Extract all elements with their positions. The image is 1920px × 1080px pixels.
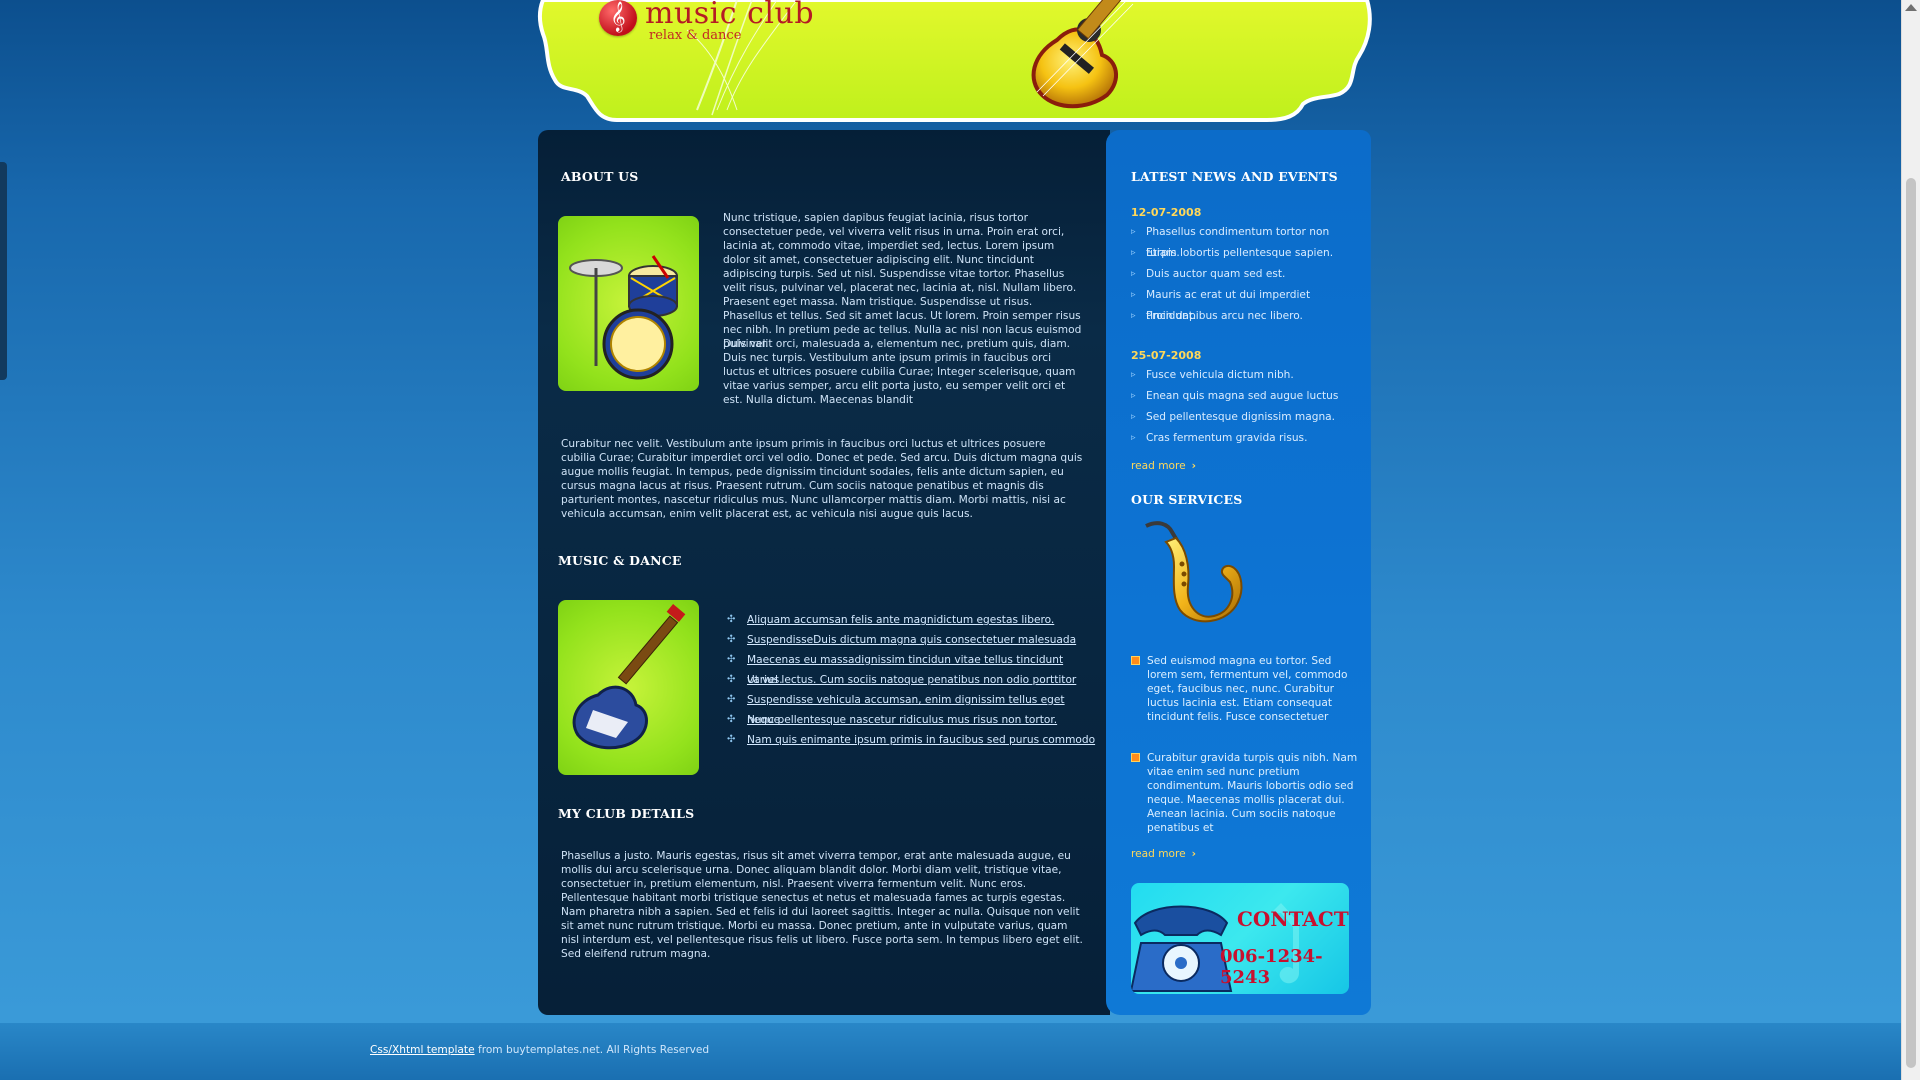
saxophone-icon bbox=[1145, 521, 1243, 623]
news-date-1: 12-07-2008 bbox=[1131, 206, 1202, 219]
about-heading: ABOUT US bbox=[561, 169, 639, 184]
news-item[interactable]: ▹ Phasellus condimentum tortor non turpis… bbox=[1131, 222, 1361, 259]
side-panel-tab[interactable] bbox=[0, 162, 7, 380]
news-item[interactable]: ▹ Proin dapibus arcu nec libero. bbox=[1131, 306, 1361, 327]
list-item: ✣ Nam quis enimante ipsum primis in fauci… bbox=[727, 730, 1097, 750]
about-paragraph-3: Curabitur nec velit. Vestibulum ante ips… bbox=[561, 438, 1083, 520]
cross-bullet-icon: ✣ bbox=[727, 714, 736, 725]
site-title[interactable]: music club bbox=[645, 0, 814, 31]
arrow-bullet-icon: ▹ bbox=[1131, 433, 1136, 443]
cross-bullet-icon: ✣ bbox=[727, 654, 736, 665]
arrow-bullet-icon: ▹ bbox=[1131, 370, 1136, 380]
list-item: ✣ Nunc pellentesque nascetur ridiculus mu… bbox=[727, 710, 1097, 730]
list-item: ✣ Maecenas eu massadignissim tincidun vit… bbox=[727, 650, 1097, 686]
service-item-2: Curabitur gravida turpis quis nibh. Nam … bbox=[1131, 751, 1363, 835]
cross-bullet-icon: ✣ bbox=[727, 634, 736, 645]
service-text-2: Curabitur gravida turpis quis nibh. Nam … bbox=[1147, 752, 1358, 834]
page-scrollbar[interactable] bbox=[1901, 0, 1920, 1080]
footer-copyright: from buytemplates.net. All Rights Reserv… bbox=[474, 1044, 710, 1056]
arrow-bullet-icon: ▹ bbox=[1131, 227, 1136, 237]
chevron-right-icon: › bbox=[1191, 848, 1197, 860]
music-dance-heading: MUSIC & DANCE bbox=[558, 553, 682, 568]
music-dance-link-list: ✣ Aliquam accumsan felis ante magnidictum… bbox=[727, 610, 1097, 750]
chevron-right-icon: › bbox=[1191, 460, 1197, 472]
site-header: 𝄞 music club relax & dance bbox=[537, 0, 1373, 122]
footer-text: Css/Xhtml template from buytemplates.net… bbox=[370, 1044, 709, 1056]
read-more-label: read more bbox=[1131, 848, 1186, 860]
site-footer: Css/Xhtml template from buytemplates.net… bbox=[0, 1023, 1902, 1080]
news-item[interactable]: ▹ Sed pellentesque dignissim magna. bbox=[1131, 407, 1361, 428]
site-tagline: relax & dance bbox=[649, 28, 742, 43]
read-more-label: read more bbox=[1131, 460, 1186, 472]
service-text-1: Sed euismod magna eu tortor. Sed lorem s… bbox=[1147, 655, 1348, 723]
news-item[interactable]: ▹ Enean quis magna sed augue luctus bbox=[1131, 386, 1361, 407]
club-details-paragraph: Phasellus a justo. Mauris egestas, risus… bbox=[561, 850, 1083, 960]
list-item: ✣ SuspendisseDuis dictum magna quis conse… bbox=[727, 630, 1097, 650]
news-item[interactable]: ▹ Fusce vehicula dictum nibh. bbox=[1131, 365, 1361, 386]
cross-bullet-icon: ✣ bbox=[727, 694, 736, 705]
music-link-1[interactable]: Aliquam accumsan felis ante magnidictum … bbox=[747, 614, 1054, 626]
contact-phone: 006-1234-5243 bbox=[1220, 946, 1323, 988]
cross-bullet-icon: ✣ bbox=[727, 674, 736, 685]
electric-guitar-icon bbox=[572, 604, 686, 750]
list-item: ✣ Aliquam accumsan felis ante magnidictum… bbox=[727, 610, 1097, 630]
list-item: ✣ Ut vel lectus. Cum sociis natoque penat… bbox=[727, 670, 1097, 690]
arrow-bullet-icon: ▹ bbox=[1131, 311, 1136, 321]
contact-title: CONTACT bbox=[1237, 907, 1349, 931]
music-link-6[interactable]: Nunc pellentesque nascetur ridiculus mus… bbox=[747, 714, 1057, 726]
news-item[interactable]: ▹ Cras fermentum gravida risus. bbox=[1131, 428, 1361, 449]
square-bullet-icon bbox=[1131, 656, 1140, 665]
music-link-4[interactable]: Ut vel lectus. Cum sociis natoque penati… bbox=[747, 674, 1076, 686]
square-bullet-icon bbox=[1131, 753, 1140, 762]
arrow-bullet-icon: ▹ bbox=[1131, 290, 1136, 300]
scroll-up-arrow-icon[interactable] bbox=[1905, 4, 1917, 11]
drum-kit-icon bbox=[569, 255, 678, 380]
drums-image bbox=[558, 216, 699, 391]
arrow-bullet-icon: ▹ bbox=[1131, 269, 1136, 279]
services-read-more-link[interactable]: read more › bbox=[1131, 848, 1196, 860]
service-item-1: Sed euismod magna eu tortor. Sed lorem s… bbox=[1131, 654, 1363, 724]
footer-template-link[interactable]: Css/Xhtml template bbox=[370, 1044, 475, 1056]
logo-clef-icon[interactable]: 𝄞 bbox=[599, 0, 637, 36]
cross-bullet-icon: ✣ bbox=[727, 734, 736, 745]
news-list-2: ▹ Fusce vehicula dictum nibh. ▹ Enean quis… bbox=[1131, 365, 1361, 449]
scrollbar-thumb[interactable] bbox=[1906, 178, 1916, 1068]
news-item[interactable]: ▹ Etiam lobortis pellentesque sapien. bbox=[1131, 243, 1361, 264]
news-item[interactable]: ▹ Mauris ac erat ut dui imperdiet tincidu… bbox=[1131, 285, 1361, 322]
news-item[interactable]: ▹ Duis auctor quam sed est. bbox=[1131, 264, 1361, 285]
news-heading: LATEST NEWS AND EVENTS bbox=[1131, 169, 1338, 184]
contact-banner[interactable]: CONTACT 006-1234-5243 bbox=[1131, 883, 1349, 994]
news-date-2: 25-07-2008 bbox=[1131, 349, 1202, 362]
cross-bullet-icon: ✣ bbox=[727, 614, 736, 625]
arrow-bullet-icon: ▹ bbox=[1131, 412, 1136, 422]
music-link-7[interactable]: Nam quis enimante ipsum primis in faucib… bbox=[747, 734, 1095, 746]
news-list-1: ▹ Phasellus condimentum tortor non turpis… bbox=[1131, 222, 1361, 327]
arrow-bullet-icon: ▹ bbox=[1131, 248, 1136, 258]
club-details-heading: MY CLUB DETAILS bbox=[558, 806, 695, 821]
list-item: ✣ Suspendisse vehicula accumsan, enim dig… bbox=[727, 690, 1097, 726]
electric-guitar-image bbox=[558, 600, 699, 775]
news-read-more-link[interactable]: read more › bbox=[1131, 460, 1196, 472]
music-link-2[interactable]: SuspendisseDuis dictum magna quis consec… bbox=[747, 634, 1076, 646]
services-heading: OUR SERVICES bbox=[1131, 492, 1243, 507]
about-paragraph-2: Duis velit orci, malesuada a, elementum … bbox=[723, 338, 1076, 406]
arrow-bullet-icon: ▹ bbox=[1131, 391, 1136, 401]
about-paragraph-1: Nunc tristique, sapien dapibus feugiat l… bbox=[723, 212, 1082, 350]
